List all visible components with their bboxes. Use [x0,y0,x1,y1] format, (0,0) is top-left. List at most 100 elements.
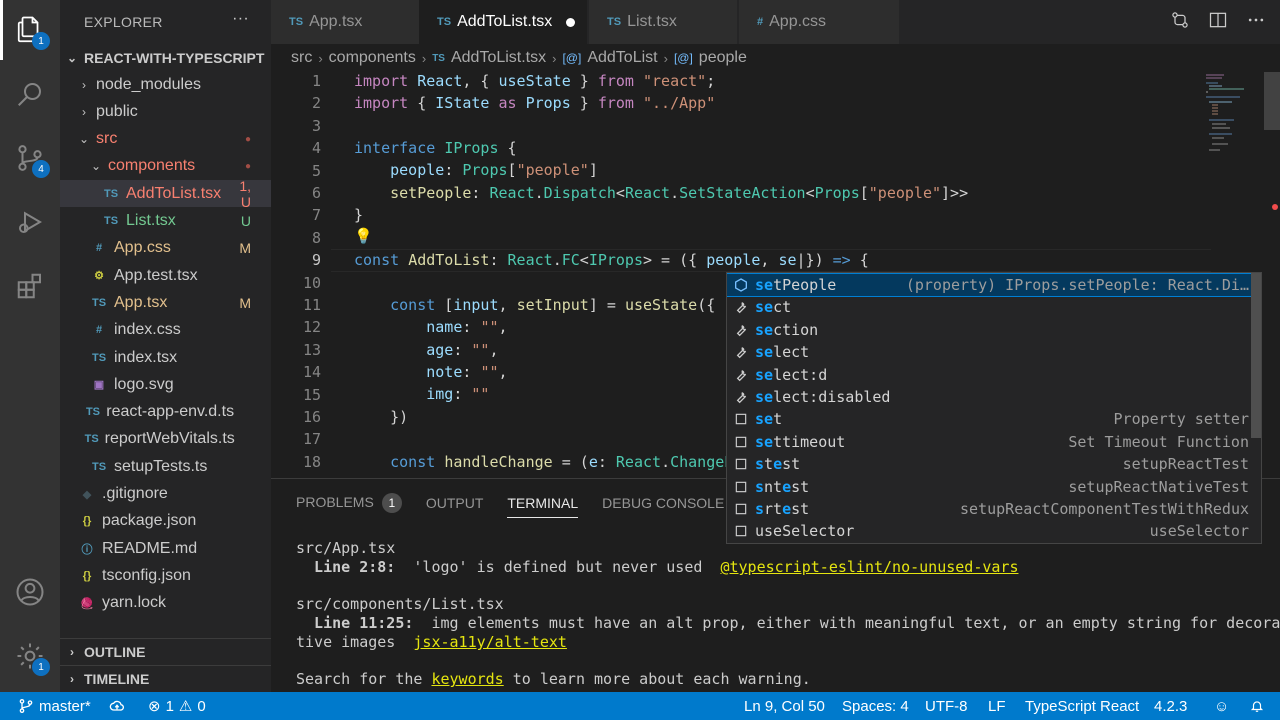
eslint-rule-link[interactable]: jsx-a11y/alt-text [413,633,567,651]
breadcrumb-prop[interactable]: people [699,49,747,67]
suggestion-item[interactable]: settimeout Set Timeout Function [727,431,1261,453]
suggestion-item[interactable]: select:disabled [727,386,1261,408]
tree-item[interactable]: TS setupTests.ts [60,453,271,480]
breadcrumb-src[interactable]: src [291,49,312,67]
suggest-scrollbar[interactable] [1251,273,1261,438]
tree-item[interactable]: # App.css M [60,235,271,262]
css-file-icon: # [757,16,764,28]
suggestion-item[interactable]: select [727,341,1261,363]
tree-item[interactable]: {} package.json [60,508,271,535]
tree-item[interactable]: TS AddToList.tsx 1, U [60,178,271,210]
workspace-root[interactable]: ⌄ REACT-WITH-TYPESCRIPT [60,44,271,71]
tree-item[interactable]: ⌄ components ● [60,153,271,180]
timeline-section[interactable]: › TIMELINE [60,665,271,692]
typescript-version[interactable]: 4.2.3 [1154,692,1187,720]
tab-addtolist-tsx[interactable]: TS AddToList.tsx [419,0,587,44]
editor-scrollbar[interactable] [1264,72,1280,478]
more-actions-icon[interactable]: ··· [232,10,249,28]
suggestion-label: select:d [755,366,1249,384]
tree-item-label: README.md [102,539,198,557]
tree-item[interactable]: ◆ .gitignore [60,481,271,508]
terminal-line: Line 11:25: img elements must have an al… [296,614,1280,632]
tree-item-label: List.tsx [126,212,176,229]
encoding[interactable]: UTF-8 [925,692,968,720]
typescript-file-icon: TS [432,52,445,64]
suggestion-item[interactable]: srtest setupReactComponentTestWithRedux [727,498,1261,520]
suggestion-item[interactable]: section [727,319,1261,341]
more-icon[interactable] [1246,10,1266,30]
tab-app-tsx[interactable]: TS App.tsx [271,0,419,44]
tab-problems[interactable]: PROBLEMS 1 [296,493,402,513]
tab-output[interactable]: OUTPUT [426,495,484,511]
file-type-icon: 🧶 [80,597,94,610]
feedback-icon[interactable]: ☺ [1214,692,1229,720]
line-number: 4 [311,139,321,158]
chevron-right-icon: › [82,104,86,119]
language-mode[interactable]: TypeScript React [1025,692,1139,720]
account-icon[interactable] [0,562,60,622]
tree-item[interactable]: # index.css [60,317,271,344]
tree-item[interactable]: ⚙ App.test.tsx [60,262,271,289]
tree-item[interactable]: {} tsconfig.json [60,562,271,589]
tree-item[interactable]: TS List.tsx U [60,208,271,235]
sync-icon[interactable] [108,692,126,720]
problems-status[interactable]: ⊗ 1 ⚠ 0 [148,692,206,720]
tab-list-tsx[interactable]: TS List.tsx [589,0,737,44]
tab-terminal[interactable]: TERMINAL [507,495,579,518]
suggestion-item[interactable]: set Property setter [727,408,1261,430]
suggestion-segment: e [773,455,783,474]
suggestion-item[interactable]: sect [727,296,1261,318]
tree-item[interactable]: ⌄ src ● [60,126,271,153]
terminal-line: Line 2:8: 'logo' is defined but never us… [296,558,1018,576]
breadcrumb-file[interactable]: AddToList.tsx [451,49,546,67]
branch-status[interactable]: master* [18,692,91,720]
tree-item[interactable]: › public [60,98,271,125]
file-type-icon: TS [103,215,119,227]
scrollbar-thumb[interactable] [1264,72,1280,130]
suggestion-segment: st [782,455,801,474]
tree-item[interactable]: 🧶 yarn.lock [60,590,271,617]
split-editor-icon[interactable] [1208,10,1228,30]
code-line-11: const [input, setInput] = useState({ [390,296,716,314]
suggestion-detail: setupReactNativeTest [1068,477,1249,496]
source-control-icon[interactable]: 4 [0,128,60,188]
code-line-14: note: "", [426,363,508,381]
keywords-link[interactable]: keywords [431,670,503,688]
lightbulb-icon[interactable]: 💡 [354,227,373,245]
tab-debug-console[interactable]: DEBUG CONSOLE [602,495,724,511]
explorer-icon[interactable]: 1 [0,0,60,60]
tree-item[interactable]: ▣ logo.svg [60,371,271,398]
end-of-line[interactable]: LF [988,692,1006,720]
extensions-icon[interactable] [0,256,60,316]
suggest-widget[interactable]: setPeople (property) IProps.setPeople: Re… [726,272,1262,544]
breadcrumb-components[interactable]: components [329,49,416,67]
unsaved-dot-icon[interactable] [566,17,576,27]
search-icon[interactable] [0,64,60,124]
suggestion-detail: Set Timeout Function [1068,432,1249,451]
suggestion-item[interactable]: useSelector useSelector [727,520,1261,542]
suggestion-item[interactable]: select:d [727,364,1261,386]
chevron-right-icon: › [663,50,668,66]
tree-item[interactable]: TS index.tsx [60,344,271,371]
notifications-icon[interactable] [1250,692,1264,720]
suggestion-label: stest [755,455,1123,473]
suggestion-item[interactable]: setPeople (property) IProps.setPeople: Re… [727,273,1261,297]
breadcrumb-component[interactable]: AddToList [587,49,657,67]
suggestion-item[interactable]: sntest setupReactNativeTest [727,476,1261,498]
run-debug-icon[interactable] [0,192,60,252]
settings-gear-icon[interactable]: 1 [0,626,60,686]
indentation[interactable]: Spaces: 4 [842,692,909,720]
suggestion-item[interactable]: stest setupReactTest [727,453,1261,475]
eslint-rule-link[interactable]: @typescript-eslint/no-unused-vars [720,558,1018,576]
tab-app-css[interactable]: # App.css [739,0,899,44]
tree-item[interactable]: › node_modules [60,71,271,98]
tree-item[interactable]: TS App.tsx M [60,289,271,316]
open-changes-icon[interactable] [1170,10,1190,30]
tree-item[interactable]: TS reportWebVitals.ts [60,426,271,453]
line-number: 11 [302,296,321,314]
tree-item[interactable]: ⓘ README.md [60,535,271,562]
cursor-position[interactable]: Ln 9, Col 50 [744,692,825,720]
outline-section[interactable]: › OUTLINE [60,638,271,665]
minimap[interactable] [1204,72,1264,162]
tree-item[interactable]: TS react-app-env.d.ts [60,399,271,426]
